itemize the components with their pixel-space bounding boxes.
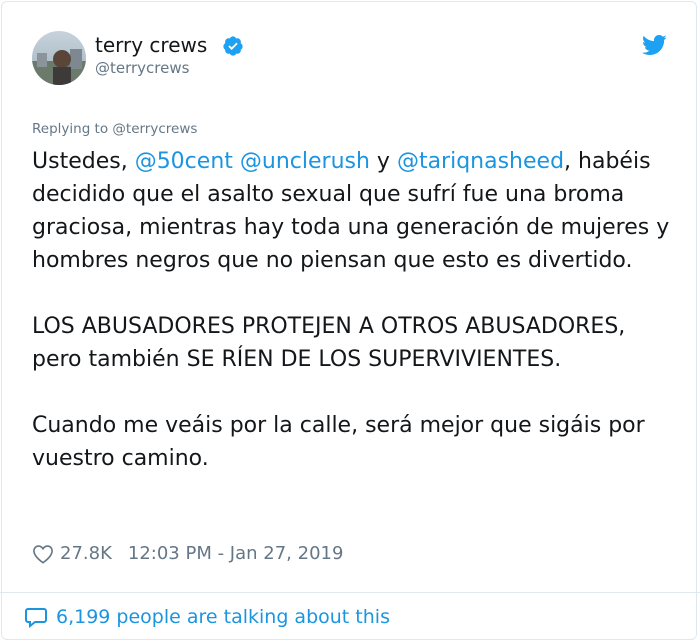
display-name[interactable]: terry crews (95, 32, 207, 58)
mention-link[interactable]: @unclerush (240, 149, 370, 174)
twitter-bird-icon[interactable] (641, 34, 667, 56)
tweet-meta: 27.8K 12:03 PM - Jan 27, 2019 (32, 542, 343, 566)
avatar[interactable] (32, 31, 86, 85)
speech-bubble-icon (25, 608, 47, 629)
tweet-text: Ustedes, @50cent @unclerush y @tariqnash… (32, 145, 672, 475)
verified-badge-icon (223, 36, 243, 56)
divider (0, 592, 700, 593)
conversation-count[interactable]: 6,199 people are talking about this (56, 604, 390, 630)
tweet-paragraph-2: LOS ABUSADORES PROTEJEN A OTROS ABUSADOR… (32, 314, 626, 372)
heart-icon[interactable] (32, 544, 54, 564)
mention-link[interactable]: @50cent (135, 149, 233, 174)
mention-link[interactable]: @tariqnasheed (397, 149, 564, 174)
profile-photo (32, 31, 86, 85)
like-count[interactable]: 27.8K (60, 542, 112, 566)
tweet-timestamp[interactable]: 12:03 PM - Jan 27, 2019 (128, 542, 344, 566)
tweet-paragraph-3: Cuando me veáis por la calle, será mejor… (32, 413, 645, 471)
user-handle[interactable]: @terrycrews (95, 58, 189, 78)
tweet-paragraph-1: Ustedes, @50cent @unclerush y @tariqnash… (32, 145, 672, 277)
conversation-link[interactable]: 6,199 people are talking about this (24, 604, 390, 630)
tweet-text-conjunction: y (369, 149, 397, 174)
replying-to[interactable]: Replying to @terrycrews (32, 120, 197, 138)
tweet-text-intro: Ustedes, (32, 149, 135, 174)
